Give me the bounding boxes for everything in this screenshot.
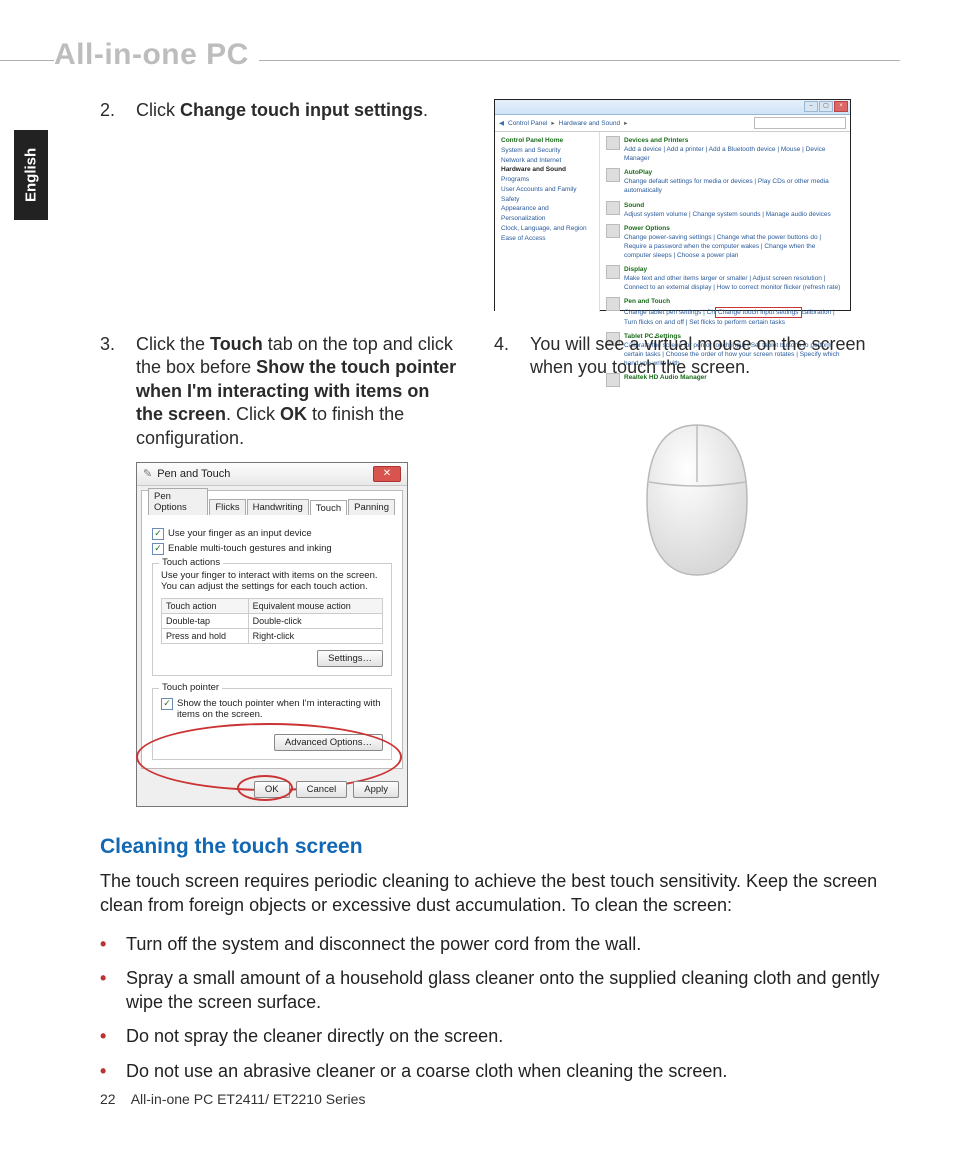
autoplay-icon bbox=[606, 168, 620, 182]
bullet-item: •Do not use an abrasive cleaner or a coa… bbox=[100, 1059, 900, 1083]
language-tab: English bbox=[14, 130, 48, 220]
touch-actions-group: Touch actions Use your finger to interac… bbox=[152, 563, 392, 676]
settings-button: Settings… bbox=[317, 650, 383, 667]
footer-title: All-in-one PC ET2411/ ET2210 Series bbox=[131, 1091, 366, 1107]
window-titlebar: – ▢ × bbox=[495, 100, 850, 115]
control-panel-sidebar: Control Panel Home System and Security N… bbox=[495, 132, 600, 312]
advanced-button: Advanced Options… bbox=[274, 734, 383, 751]
bullet-item: •Turn off the system and disconnect the … bbox=[100, 932, 900, 956]
page-header: All-in-one PC bbox=[54, 38, 259, 72]
pen-touch-dialog: ✎ Pen and Touch ✕ Pen Options Flicks Han… bbox=[136, 462, 408, 807]
tab-touch: Touch bbox=[310, 500, 347, 516]
step-3: 3. Click the Touch tab on the top and cl… bbox=[100, 333, 460, 450]
step-2: 2. Click Change touch input settings. bbox=[100, 99, 460, 122]
dialog-tabs: Pen Options Flicks Handwriting Touch Pan… bbox=[141, 490, 403, 515]
close-icon: × bbox=[834, 101, 848, 112]
step-number: 3. bbox=[100, 333, 136, 450]
maximize-icon: ▢ bbox=[819, 101, 833, 112]
section-intro: The touch screen requires periodic clean… bbox=[100, 869, 900, 918]
bullet-item: •Do not spray the cleaner directly on th… bbox=[100, 1024, 900, 1048]
step-number: 4. bbox=[494, 333, 530, 380]
bullet-item: •Spray a small amount of a household gla… bbox=[100, 966, 900, 1015]
pen-icon: ✎ bbox=[143, 467, 152, 480]
dialog-footer: OK Cancel Apply bbox=[137, 773, 407, 806]
checkbox-multitouch: ✓Enable multi-touch gestures and inking bbox=[152, 543, 392, 555]
highlight-ellipse-ok bbox=[237, 775, 293, 801]
minimize-icon: – bbox=[804, 101, 818, 112]
page-footer: 22 All-in-one PC ET2411/ ET2210 Series bbox=[100, 1091, 365, 1107]
step-number: 2. bbox=[100, 99, 136, 122]
cancel-button: Cancel bbox=[296, 781, 348, 798]
tab-panning: Panning bbox=[348, 499, 395, 515]
step-4: 4. You will see a virtual mouse on the s… bbox=[494, 333, 900, 380]
control-panel-screenshot: – ▢ × ◀ Control Panel ▸ Hardware and Sou… bbox=[494, 99, 851, 311]
search-input bbox=[754, 117, 846, 129]
power-icon bbox=[606, 224, 620, 238]
pen-touch-icon bbox=[606, 297, 620, 311]
apply-button: Apply bbox=[353, 781, 399, 798]
close-icon: ✕ bbox=[373, 466, 401, 482]
nav-back-icon: ◀ bbox=[499, 119, 504, 127]
display-icon bbox=[606, 265, 620, 279]
page-number: 22 bbox=[100, 1091, 116, 1107]
tab-flicks: Flicks bbox=[209, 499, 245, 515]
address-bar: ◀ Control Panel ▸ Hardware and Sound ▸ bbox=[495, 115, 850, 132]
control-panel-main: Devices and PrintersAdd a device | Add a… bbox=[600, 132, 850, 312]
touch-actions-table: Touch actionEquivalent mouse action Doub… bbox=[161, 598, 383, 644]
sound-icon bbox=[606, 201, 620, 215]
dialog-titlebar: ✎ Pen and Touch ✕ bbox=[137, 463, 407, 486]
tab-handwriting: Handwriting bbox=[247, 499, 309, 515]
touch-pointer-group: Touch pointer ✓Show the touch pointer wh… bbox=[152, 688, 392, 760]
highlighted-link: Change touch input settings bbox=[715, 307, 802, 318]
devices-icon bbox=[606, 136, 620, 150]
checkbox-finger-input: ✓Use your finger as an input device bbox=[152, 528, 392, 540]
virtual-mouse-illustration bbox=[637, 420, 757, 580]
tab-pen-options: Pen Options bbox=[148, 488, 208, 515]
cleaning-section: Cleaning the touch screen The touch scre… bbox=[100, 835, 900, 1083]
checkbox-show-pointer: ✓Show the touch pointer when I'm interac… bbox=[161, 698, 383, 720]
section-heading: Cleaning the touch screen bbox=[100, 835, 900, 859]
